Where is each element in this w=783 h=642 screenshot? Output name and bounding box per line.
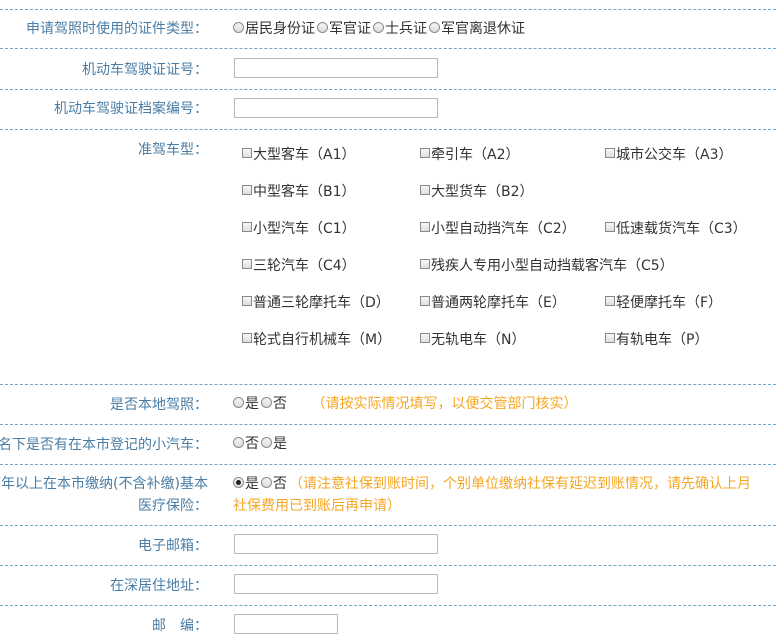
postcode-input[interactable] (234, 614, 338, 634)
radio-checked-icon[interactable] (233, 476, 244, 488)
vehicle-class-option-n[interactable]: 无轨电车（N） (420, 330, 525, 350)
radio-icon[interactable] (261, 436, 272, 448)
vehicle-class-option-a2[interactable]: 牵引车（A2） (420, 145, 519, 165)
license-file-number-label: 机动车驾驶证档案编号： (54, 101, 208, 117)
id-type-option[interactable]: 军官证 (317, 19, 371, 39)
checkbox-icon[interactable] (420, 259, 430, 269)
email-input[interactable] (234, 534, 438, 554)
local-license-label: 是否本地驾照： (110, 397, 208, 413)
checkbox-icon[interactable] (242, 259, 252, 269)
checkbox-icon[interactable] (242, 222, 252, 232)
license-file-number-input[interactable] (234, 98, 438, 118)
vehicle-class-option-c4[interactable]: 三轮汽车（C4） (242, 256, 356, 276)
license-file-number-row: 机动车驾驶证档案编号： (0, 90, 776, 130)
license-number-label: 机动车驾驶证证号： (82, 62, 208, 78)
license-number-input[interactable] (234, 58, 438, 78)
vehicle-class-option-f[interactable]: 轻便摩托车（F） (605, 293, 722, 313)
vehicle-class-option-a3[interactable]: 城市公交车（A3） (605, 145, 732, 165)
registered-car-row: 人名下是否有在本市登记的小汽车： 否是 (0, 425, 776, 465)
local-license-option-yes[interactable]: 是 (233, 394, 259, 414)
radio-icon[interactable] (429, 21, 440, 33)
postcode-label: 邮 编： (152, 618, 208, 634)
checkbox-icon[interactable] (605, 333, 615, 343)
vehicle-class-option-c5[interactable]: 残疾人专用小型自动挡载客汽车（C5） (420, 256, 674, 276)
checkbox-icon[interactable] (242, 185, 252, 195)
checkbox-icon[interactable] (242, 296, 252, 306)
registered-car-option-no[interactable]: 否 (233, 434, 259, 454)
radio-icon[interactable] (373, 21, 384, 33)
vehicle-class-option-b2[interactable]: 大型货车（B2） (420, 182, 534, 202)
vehicle-class-option-c2[interactable]: 小型自动挡汽车（C2） (420, 219, 576, 239)
address-input[interactable] (234, 574, 438, 594)
insurance-row: 两年以上在本市缴纳(不含补缴)基本 医疗保险： 是否（请注意社保到账时间，个别单… (0, 465, 776, 526)
registered-car-option-yes[interactable]: 是 (261, 434, 287, 454)
radio-icon[interactable] (233, 436, 244, 448)
local-license-note: （请按实际情况填写，以便交管部门核实） (311, 396, 578, 412)
id-type-option[interactable]: 士兵证 (373, 19, 427, 39)
insurance-label-line2: 医疗保险： (138, 498, 208, 514)
checkbox-icon[interactable] (605, 222, 615, 232)
insurance-label-line1: 两年以上在本市缴纳(不含补缴)基本 (0, 476, 208, 492)
checkbox-icon[interactable] (420, 185, 430, 195)
checkbox-icon[interactable] (420, 222, 430, 232)
vehicle-class-option-b1[interactable]: 中型客车（B1） (242, 182, 356, 202)
checkbox-icon[interactable] (420, 296, 430, 306)
local-license-radio-group: 是否 （请按实际情况填写，以便交管部门核实） (233, 394, 577, 414)
radio-icon[interactable] (261, 396, 272, 408)
vehicle-class-option-d[interactable]: 普通三轮摩托车（D） (242, 293, 390, 313)
checkbox-icon[interactable] (605, 148, 615, 158)
license-number-row: 机动车驾驶证证号： (0, 49, 776, 90)
vehicle-class-option-a1[interactable]: 大型客车（A1） (242, 145, 355, 165)
local-license-option-no[interactable]: 否 (261, 394, 287, 414)
insurance-note-line2: 社保费用已到账后再申请） (233, 498, 401, 514)
vehicle-class-row: 准驾车型： 大型客车（A1） 牵引车（A2） 城市公交车（A3） 中型客车（B1… (0, 130, 776, 385)
registered-car-label: 人名下是否有在本市登记的小汽车： (0, 437, 208, 453)
insurance-radio-group: 是否（请注意社保到账时间，个别单位缴纳社保有延迟到账情况，请先确认上月 (233, 474, 751, 494)
id-type-label: 申请驾照时使用的证件类型： (26, 21, 208, 37)
checkbox-icon[interactable] (242, 333, 252, 343)
radio-icon[interactable] (261, 476, 272, 488)
vehicle-class-option-e[interactable]: 普通两轮摩托车（E） (420, 293, 566, 313)
radio-icon[interactable] (317, 21, 328, 33)
postcode-row: 邮 编： (0, 606, 776, 642)
checkbox-icon[interactable] (242, 148, 252, 158)
vehicle-class-label: 准驾车型： (138, 142, 208, 158)
id-type-option[interactable]: 居民身份证 (233, 19, 315, 39)
email-row: 电子邮箱： (0, 526, 776, 566)
vehicle-class-option-c1[interactable]: 小型汽车（C1） (242, 219, 356, 239)
radio-icon[interactable] (233, 21, 244, 33)
checkbox-icon[interactable] (420, 148, 430, 158)
insurance-option-no[interactable]: 否 (261, 474, 287, 494)
id-type-row: 申请驾照时使用的证件类型： 居民身份证 军官证 士兵证 军官离退休证 (0, 10, 776, 49)
email-label: 电子邮箱： (138, 538, 208, 554)
insurance-option-yes[interactable]: 是 (233, 474, 259, 494)
insurance-note-line1: （请注意社保到账时间，个别单位缴纳社保有延迟到账情况，请先确认上月 (289, 476, 751, 492)
vehicle-class-option-m[interactable]: 轮式自行机械车（M） (242, 330, 391, 350)
vehicle-class-option-p[interactable]: 有轨电车（P） (605, 330, 708, 350)
id-type-option[interactable]: 军官离退休证 (429, 19, 525, 39)
id-type-radio-group: 居民身份证 军官证 士兵证 军官离退休证 (233, 19, 527, 39)
radio-icon[interactable] (233, 396, 244, 408)
vehicle-class-option-c3[interactable]: 低速载货汽车（C3） (605, 219, 747, 239)
registered-car-radio-group: 否是 (233, 434, 289, 454)
address-label: 在深居住地址： (110, 578, 208, 594)
checkbox-icon[interactable] (420, 333, 430, 343)
local-license-row: 是否本地驾照： 是否 （请按实际情况填写，以便交管部门核实） (0, 385, 776, 425)
checkbox-icon[interactable] (605, 296, 615, 306)
address-row: 在深居住地址： (0, 566, 776, 606)
